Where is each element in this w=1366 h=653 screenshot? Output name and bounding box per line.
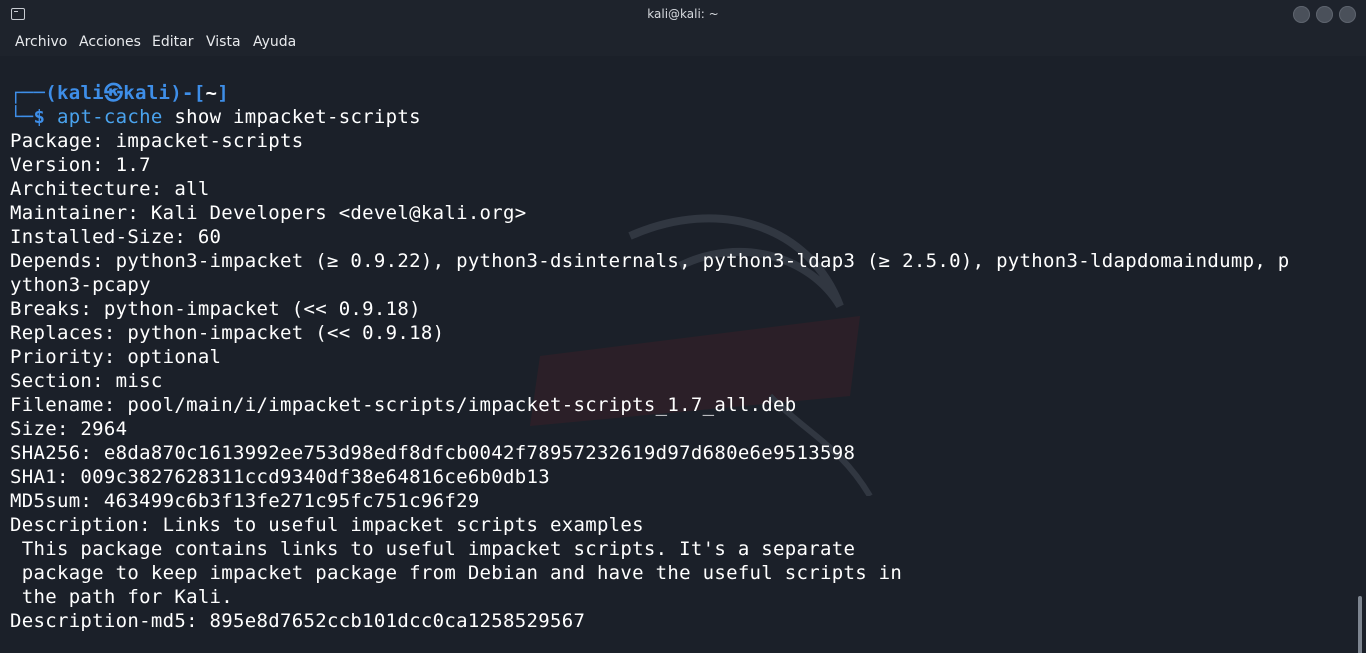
output-line: the path for Kali. (10, 586, 234, 608)
prompt-open: ┌──( (10, 82, 57, 104)
output-line: Architecture: all (10, 178, 210, 200)
output-line: Description-md5: 895e8d7652ccb101dcc0ca1… (10, 610, 586, 632)
output-line: Installed-Size: 60 (10, 226, 222, 248)
menu-archivo[interactable]: Archivo (15, 34, 67, 50)
output-line: package to keep impacket package from De… (10, 562, 903, 584)
output-line: Breaks: python-impacket (<< 0.9.18) (10, 298, 421, 320)
prompt-line-2: └─$ apt-cache show impacket-scripts (10, 105, 421, 129)
menu-bar: Archivo Acciones Editar Vista Ayuda (0, 30, 1366, 56)
minimize-button[interactable] (1293, 6, 1310, 23)
output-line: This package contains links to useful im… (10, 538, 856, 560)
output-line: Version: 1.7 (10, 154, 151, 176)
output-line: ython3-pcapy (10, 274, 151, 296)
prompt-line-1: ┌──(kali㉿kali)-[~] (10, 81, 229, 105)
prompt-host: kali (123, 82, 171, 104)
window-title: kali@kali: ~ (647, 7, 719, 21)
output-line: Section: misc (10, 370, 163, 392)
close-button[interactable] (1339, 6, 1356, 23)
scrollbar-thumb[interactable] (1358, 596, 1362, 653)
prompt-mid: )-[ (170, 82, 206, 104)
prompt-close: ] (217, 82, 229, 104)
output-line: Priority: optional (10, 346, 222, 368)
prompt-at: ㉿ (103, 82, 124, 104)
output-line: Description: Links to useful impacket sc… (10, 514, 644, 536)
terminal-area[interactable]: ┌──(kali㉿kali)-[~] └─$ apt-cache show im… (0, 56, 1366, 653)
output-line: Depends: python3-impacket (≥ 0.9.22), py… (10, 250, 1290, 272)
prompt-dir: ~ (205, 82, 218, 104)
menu-vista[interactable]: Vista (206, 34, 241, 50)
output-line: Maintainer: Kali Developers <devel@kali.… (10, 202, 527, 224)
output-line: SHA256: e8da870c1613992ee753d98edf8dfcb0… (10, 442, 856, 464)
output-line: Replaces: python-impacket (<< 0.9.18) (10, 322, 445, 344)
prompt-dollar: └─$ (10, 106, 57, 128)
title-bar: kali@kali: ~ (0, 0, 1366, 30)
output-line: Package: impacket-scripts (10, 130, 304, 152)
command-name: apt-cache (56, 106, 163, 128)
command-args: show impacket-scripts (162, 106, 421, 128)
output-line: SHA1: 009c3827628311ccd9340df38e64816ce6… (10, 466, 550, 488)
prompt-user: kali (56, 82, 104, 104)
output-line: Size: 2964 (10, 418, 128, 440)
menu-ayuda[interactable]: Ayuda (253, 34, 296, 50)
menu-acciones[interactable]: Acciones (79, 34, 141, 50)
menu-editar[interactable]: Editar (152, 34, 193, 50)
maximize-button[interactable] (1316, 6, 1333, 23)
output-line: Filename: pool/main/i/impacket-scripts/i… (10, 394, 797, 416)
output-line: MD5sum: 463499c6b3f13fe271c95fc751c96f29 (10, 490, 480, 512)
